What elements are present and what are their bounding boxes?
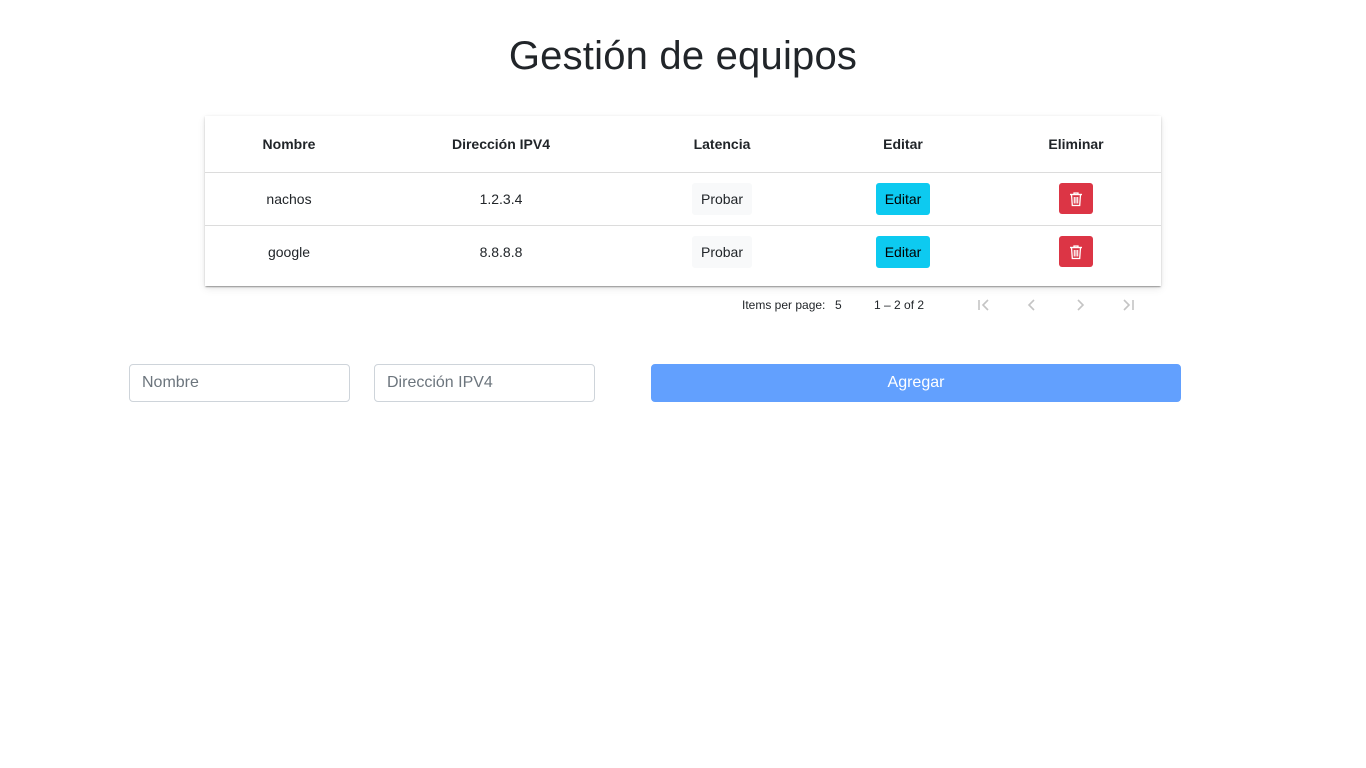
editar-button[interactable]: Editar: [875, 235, 931, 268]
table-row: google 8.8.8.8 Probar Editar: [205, 225, 1161, 278]
last-page-button[interactable]: [1117, 294, 1139, 316]
cell-eliminar: [991, 172, 1161, 226]
column-header-eliminar: Eliminar: [991, 116, 1161, 173]
delete-button[interactable]: [1059, 236, 1093, 268]
equipment-table: Nombre Dirección IPV4 Latencia Editar El…: [205, 116, 1161, 286]
agregar-button[interactable]: Agregar: [651, 364, 1181, 402]
paginator: Items per page: 5 1 – 2 of 2: [205, 290, 1161, 318]
cell-editar: Editar: [815, 172, 991, 226]
trash-icon: [1070, 191, 1082, 206]
probar-button[interactable]: Probar: [691, 182, 753, 215]
cell-nombre: google: [267, 243, 311, 260]
cell-ipv4: 1.2.3.4: [373, 172, 629, 226]
cell-latencia: Probar: [629, 172, 815, 226]
cell-eliminar: [991, 225, 1161, 278]
items-per-page-label: Items per page:: [742, 298, 826, 312]
column-header-ipv4: Dirección IPV4: [373, 116, 629, 173]
column-header-latencia: Latencia: [629, 116, 815, 173]
cell-latencia: Probar: [629, 225, 815, 278]
first-page-icon: [978, 299, 989, 311]
editar-button[interactable]: Editar: [875, 182, 931, 215]
ipv4-input[interactable]: [374, 364, 595, 402]
first-page-button[interactable]: [973, 294, 995, 316]
cell-nombre: nachos: [205, 172, 373, 226]
next-page-icon: [1077, 299, 1085, 311]
previous-page-button[interactable]: [1021, 294, 1043, 316]
page-range-label: 1 – 2 of 2: [874, 298, 925, 312]
column-header-editar: Editar: [815, 116, 991, 173]
previous-page-icon: [1027, 299, 1035, 311]
cell-editar: Editar: [815, 225, 991, 278]
cell-ipv4: 8.8.8.8: [479, 243, 523, 260]
trash-icon: [1070, 245, 1082, 259]
page-title: Gestión de equipos: [508, 34, 858, 78]
next-page-button[interactable]: [1069, 294, 1091, 316]
column-header-nombre: Nombre: [205, 116, 373, 173]
page-size-select[interactable]: 5: [835, 298, 842, 312]
probar-button[interactable]: Probar: [691, 235, 753, 268]
last-page-icon: [1123, 299, 1134, 311]
delete-button[interactable]: [1059, 183, 1093, 214]
table-row: nachos 1.2.3.4 Probar Editar: [205, 172, 1161, 226]
table-header-row: Nombre Dirección IPV4 Latencia Editar El…: [205, 116, 1161, 173]
nombre-input[interactable]: [129, 364, 350, 402]
